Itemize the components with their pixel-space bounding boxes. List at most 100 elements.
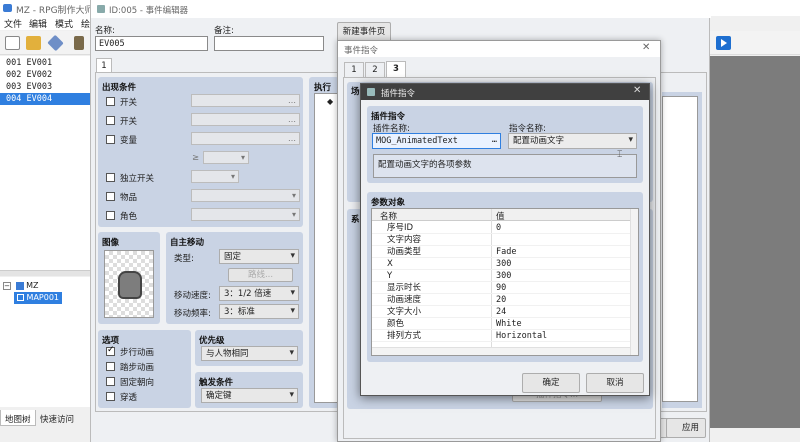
note-field[interactable] (214, 36, 324, 51)
map-event-list: 001 EV001 002 EV002 003 EV003 004 EV004 (0, 56, 90, 270)
variable-value-field[interactable]: ▾ (203, 151, 249, 164)
note-label: 备注: (214, 26, 234, 36)
plugin-name-field[interactable]: MOG_AnimatedText … (372, 133, 501, 149)
app-icon (367, 88, 375, 96)
save-project-icon[interactable] (47, 34, 64, 52)
new-project-icon[interactable] (5, 36, 20, 50)
switch2-checkbox[interactable] (106, 116, 115, 125)
switch1-field[interactable]: … (191, 94, 300, 107)
table-row[interactable]: 颜色 White (372, 318, 638, 330)
command-marker: ◆ (327, 97, 334, 106)
table-row[interactable]: X 300 (372, 258, 638, 270)
apply-button[interactable]: 应用 (666, 418, 706, 438)
plugin-command-title-bar: 插件指令 ✕ (361, 84, 649, 100)
switch2-field[interactable]: … (191, 113, 300, 126)
horizontal-scrollbar[interactable] (372, 347, 630, 355)
direction-fix-checkbox[interactable] (106, 377, 115, 386)
through-checkbox[interactable] (106, 392, 115, 401)
table-row[interactable]: 显示时长 90 (372, 282, 638, 294)
stepping-animation-checkbox[interactable] (106, 362, 115, 371)
frequency-label: 移动频率: (174, 309, 211, 319)
new-page-button[interactable]: 新建事件页 (337, 22, 391, 42)
contents-list[interactable]: ◆ (314, 93, 339, 403)
cut-icon[interactable] (74, 36, 84, 50)
tab-command-1[interactable]: 1 (344, 62, 364, 77)
walking-animation-label: 步行动画 (120, 348, 155, 358)
list-item[interactable]: 001 EV001 (0, 57, 90, 69)
move-speed-select[interactable]: 3：1/2 倍速 (219, 286, 299, 301)
priority-title: 优先级 (199, 336, 225, 346)
menu-draw[interactable]: 绘 (81, 17, 90, 30)
tab-page-1[interactable]: 1 (96, 58, 112, 72)
autonomous-title: 自主移动 (170, 238, 205, 248)
table-row[interactable]: Y 300 (372, 270, 638, 282)
list-item[interactable]: 002 EV002 (0, 69, 90, 81)
options-panel: 选项 步行动画 踏步动画 固定朝向 穿透 (98, 330, 191, 408)
tab-command-2[interactable]: 2 (365, 62, 385, 77)
table-header: 名称 值 (372, 209, 638, 222)
parameters-table: 名称 值 序号ID 0 文字内容 动画类型 Fade X 300 Y 300 显示时长 9… (371, 208, 639, 356)
right-toolbar (710, 31, 800, 55)
list-item[interactable]: 003 EV003 (0, 81, 90, 93)
character-image[interactable] (104, 250, 154, 318)
open-project-icon[interactable] (26, 36, 41, 50)
actor-select[interactable]: ▾ (191, 208, 300, 221)
switch1-checkbox[interactable] (106, 97, 115, 106)
app-icon (97, 5, 105, 13)
stepping-animation-label: 踏步动画 (120, 363, 155, 373)
priority-select[interactable]: 与人物相同 (201, 346, 298, 361)
variable-field[interactable]: … (191, 132, 300, 145)
plugin-section-title: 插件指令 (371, 112, 406, 122)
collapse-icon: − (3, 281, 11, 290)
self-switch-checkbox[interactable] (106, 173, 115, 182)
table-row[interactable]: 序号ID 0 (372, 222, 638, 234)
speed-label: 移动速度: (174, 291, 211, 301)
self-switch-select[interactable]: ▾ (191, 170, 239, 183)
move-type-select[interactable]: 固定 (219, 249, 299, 264)
item-checkbox[interactable] (106, 192, 115, 201)
variable-checkbox[interactable] (106, 135, 115, 144)
splitter[interactable] (0, 270, 90, 276)
map-canvas[interactable] (710, 56, 800, 428)
main-toolbar (0, 31, 90, 55)
autonomous-movement-panel: 自主移动 类型: 固定 路线... 移动速度: 3：1/2 倍速 移动频率: 3… (166, 232, 303, 324)
actor-label: 角色 (120, 212, 138, 222)
name-field[interactable]: EV005 (95, 36, 208, 51)
table-row[interactable]: 排列方式 Horizontal (372, 330, 638, 342)
close-icon[interactable]: ✕ (633, 85, 641, 96)
table-row[interactable]: 动画速度 20 (372, 294, 638, 306)
route-button[interactable]: 路线... (228, 268, 293, 282)
menu-file[interactable]: 文件 (4, 17, 22, 30)
conditions-title: 出现条件 (102, 83, 137, 93)
menu-mode[interactable]: 模式 (55, 17, 73, 30)
contents-panel-right (662, 92, 702, 408)
tree-map-item[interactable]: MAP001 (14, 292, 63, 304)
vertical-scrollbar[interactable] (630, 209, 638, 355)
ok-button[interactable]: 确定 (522, 373, 580, 393)
tab-quick-access[interactable]: 快速访问 (36, 410, 78, 426)
project-icon (15, 281, 24, 290)
parameters-title: 参数对象 (371, 198, 406, 208)
switch2-label: 开关 (120, 117, 138, 127)
table-row[interactable]: 动画类型 Fade (372, 246, 638, 258)
event-editor-title: ID:005 - 事件编辑器 (109, 6, 189, 16)
tree-root[interactable]: − MZ (3, 280, 38, 292)
command-name-select[interactable]: 配置动画文字 (508, 133, 637, 149)
item-select[interactable]: ▾ (191, 189, 300, 202)
cancel-button[interactable]: 取消 (586, 373, 644, 393)
tab-command-3[interactable]: 3 (386, 61, 406, 77)
table-row[interactable]: 文字大小 24 (372, 306, 638, 318)
name-label: 名称: (95, 26, 115, 36)
list-item[interactable]: 004 EV004 (0, 93, 90, 105)
actor-checkbox[interactable] (106, 211, 115, 220)
trigger-select[interactable]: 确定键 (201, 388, 298, 403)
map-tree: − MZ MAP001 (0, 277, 90, 407)
table-row[interactable]: 文字内容 (372, 234, 638, 246)
menu-edit[interactable]: 编辑 (29, 17, 47, 30)
move-frequency-select[interactable]: 3：标准 (219, 304, 299, 319)
close-icon[interactable]: ✕ (642, 42, 650, 53)
playtest-icon[interactable] (716, 36, 731, 50)
conditions-panel: 出现条件 开关 … 开关 … 变量 … ≥ ▾ 独立开关 ▾ 物品 ▾ 角色 ▾ (98, 77, 303, 227)
walking-animation-checkbox[interactable] (106, 345, 115, 356)
tab-map-tree[interactable]: 地图树 (0, 410, 36, 426)
